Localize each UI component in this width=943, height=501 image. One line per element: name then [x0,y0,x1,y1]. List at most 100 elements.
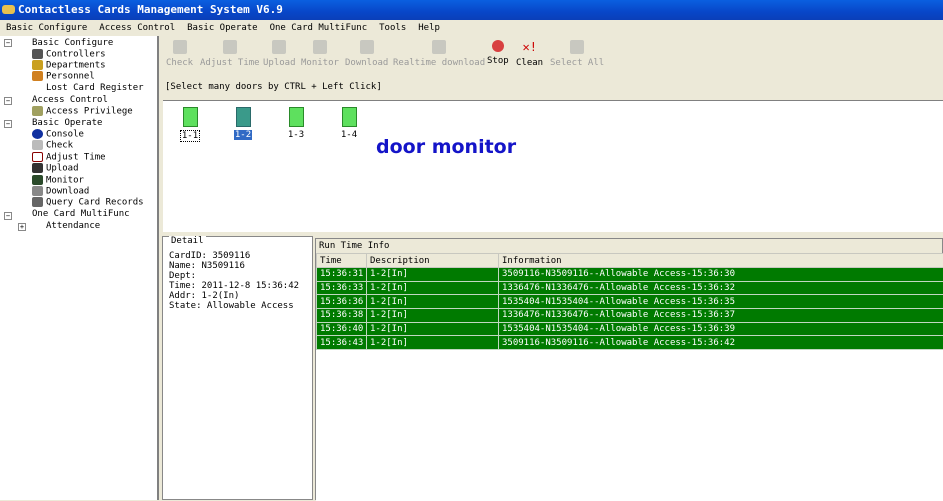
tree-monitor[interactable]: Monitor [32,175,84,186]
label: Adjust Time [46,153,106,163]
adjust-time-icon [32,152,43,162]
detail-addr: Addr: 1-2(In) [169,291,239,301]
door-icon [183,107,198,127]
collapse-icon[interactable]: − [4,212,12,220]
column-description[interactable]: Description [367,254,499,268]
clean-button[interactable]: ✕!Clean [516,38,543,68]
tree-download[interactable]: Download [32,186,89,197]
door-panel: 1-1 1-2 1-3 1-4 [163,100,943,232]
detail-dept: Dept: [169,271,196,281]
collapse-icon[interactable]: − [4,39,12,47]
menu-access-control[interactable]: Access Control [99,23,175,33]
cell-time: 15:36:36 [317,295,367,309]
label: Departments [46,61,106,71]
collapse-icon[interactable]: − [4,120,12,128]
detail-time: Time: 2011-12-8 15:36:42 [169,281,299,291]
table-row[interactable]: 15:36:381-2[In]1336476-N1336476--Allowab… [317,309,943,323]
tree-query-card-records[interactable]: Query Card Records [32,197,144,208]
table-row[interactable]: 15:36:361-2[In]1535404-N1535404--Allowab… [317,295,943,309]
select-all-button[interactable]: Select All [550,38,604,68]
door-1-1[interactable]: 1-1 [175,107,205,142]
cell-time: 15:36:43 [317,336,367,350]
label: Upload [263,58,296,68]
label: Download [46,187,89,197]
select-all-icon [570,40,584,54]
download-button[interactable]: Download [345,38,388,68]
label: Controllers [46,50,106,60]
menu-basic-configure[interactable]: Basic Configure [6,23,87,33]
tree-departments[interactable]: Departments [32,60,106,71]
door-1-3[interactable]: 1-3 [281,107,311,140]
label: Upload [46,164,79,174]
monitor-icon [32,175,43,185]
tree-lost-card[interactable]: Lost Card Register [46,83,144,94]
check-button[interactable]: Check [166,38,193,68]
cell-description: 1-2[In] [367,268,499,282]
detail-panel: Detail CardID: 3509116 Name: N3509116 De… [162,236,313,500]
tree-personnel[interactable]: Personnel [32,71,95,82]
column-information[interactable]: Information [499,254,943,268]
table-row[interactable]: 15:36:401-2[In]1535404-N1535404--Allowab… [317,322,943,336]
table-row[interactable]: 15:36:431-2[In]3509116-N3509116--Allowab… [317,336,943,350]
tree-check[interactable]: Check [32,140,73,151]
expand-icon[interactable]: + [18,223,26,231]
title-bar: Contactless Cards Management System V6.9 [0,0,943,20]
monitor-button[interactable]: Monitor [301,38,339,68]
door-label: 1-1 [180,130,200,142]
cell-time: 15:36:31 [317,268,367,282]
tree-one-card[interactable]: One Card MultiFunc [32,209,130,220]
cell-description: 1-2[In] [367,336,499,350]
detail-legend: Detail [169,236,206,246]
tree-attendance[interactable]: Attendance [46,221,100,232]
stop-button[interactable]: Stop [487,38,509,66]
tree-upload[interactable]: Upload [32,163,79,174]
door-1-2[interactable]: 1-2 [228,107,258,140]
menu-basic-operate[interactable]: Basic Operate [187,23,257,33]
upload-icon [32,163,43,173]
controllers-icon [32,49,43,59]
key-icon [32,106,43,116]
departments-icon [32,60,43,70]
tree-access-control[interactable]: Access Control [32,95,108,106]
hint-text: [Select many doors by CTRL + Left Click] [165,82,382,92]
label: Realtime download [393,58,485,68]
label: Stop [487,56,509,66]
adjust-time-button[interactable]: Adjust Time [200,38,260,68]
menu-tools[interactable]: Tools [379,23,406,33]
menu-help[interactable]: Help [418,23,440,33]
label: Adjust Time [200,58,260,68]
door-monitor-annotation: door monitor [376,136,516,158]
collapse-icon[interactable]: − [4,97,12,105]
adjust-time-icon [223,40,237,54]
personnel-icon [32,71,43,81]
column-time[interactable]: Time [317,254,367,268]
cell-description: 1-2[In] [367,309,499,323]
toolbar: Check Adjust Time Upload Monitor Downloa… [162,38,943,72]
download-icon [32,186,43,196]
table-row[interactable]: 15:36:331-2[In]1336476-N1336476--Allowab… [317,281,943,295]
window-title: Contactless Cards Management System V6.9 [18,3,283,16]
tree-console[interactable]: Console [32,129,84,140]
info-icon [32,129,43,139]
tree-adjust-time[interactable]: Adjust Time [32,152,106,163]
tree-access-privilege[interactable]: Access Privilege [32,106,133,117]
table-row[interactable]: 15:36:311-2[In]3509116-N3509116--Allowab… [317,268,943,282]
door-1-4[interactable]: 1-4 [334,107,364,140]
upload-button[interactable]: Upload [263,38,296,68]
runtime-info-panel: Run Time Info Time Description Informati… [315,238,943,500]
door-icon [289,107,304,127]
menu-bar: Basic Configure Access Control Basic Opera… [0,20,943,36]
navigation-tree: − Basic Configure Controllers Department… [0,36,159,500]
door-icon [342,107,357,127]
cell-description: 1-2[In] [367,322,499,336]
tree-controllers[interactable]: Controllers [32,49,106,60]
cell-information: 3509116-N3509116--Allowable Access-15:36… [499,336,943,350]
realtime-download-button[interactable]: Realtime download [393,38,485,68]
label: Personnel [46,72,95,82]
runtime-list: Time Description Information 15:36:311-2… [316,253,943,501]
wrench-icon [32,140,43,150]
cell-time: 15:36:40 [317,322,367,336]
menu-one-card[interactable]: One Card MultiFunc [270,23,368,33]
tree-basic-configure[interactable]: Basic Configure [32,38,113,49]
tree-basic-operate[interactable]: Basic Operate [32,118,102,129]
